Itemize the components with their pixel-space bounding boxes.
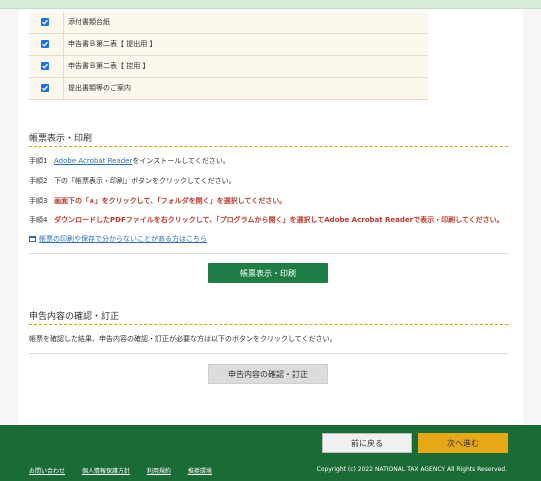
step-text: をインストールしてください。 [132,157,230,165]
step-2: 手順2 下の「帳票表示・印刷」ボタンをクリックしてください。 [29,176,236,186]
step-number: 手順3 [29,197,48,205]
footer-link-environment[interactable]: 推奨環境 [188,468,212,475]
print-display-button[interactable]: 帳票表示・印刷 [208,263,328,283]
footer-links: お問い合わせ 個人情報保護方針 利用規約 推奨環境 [29,466,227,475]
copyright-text: Copyright (c) 2022 NATIONAL TAX AGENCY A… [316,466,507,473]
external-window-icon [29,236,36,242]
footer-link-privacy[interactable]: 個人情報保護方針 [82,468,130,475]
section-divider [29,324,508,325]
check-icon [42,63,48,69]
checkbox[interactable] [41,18,49,26]
step-1: 手順1 Adobe Acrobat Readerをインストールしてください。 [29,156,230,166]
confirm-section-title: 申告内容の確認・訂正 [29,312,120,322]
print-help-link[interactable]: 帳票の印刷や保存で分からないことがある方はこちら [29,234,207,244]
step-warning-text: ダウンロードしたPDFファイルを右クリックして、「プログラムから開く」を選択して… [54,216,504,224]
print-section-title: 帳票表示・印刷 [29,134,93,144]
confirm-description: 帳票を確認した結果、申告内容の確認・訂正が必要な方は以下のボタンをクリックしてく… [29,335,337,343]
browser-top-strip [0,0,541,8]
step-number: 手順2 [29,177,48,185]
footer-link-terms[interactable]: 利用規約 [147,468,171,475]
checklist-label: 申告書Ｂ第二表【 提出用 】 [68,40,157,48]
check-icon [42,85,48,91]
confirm-correct-button[interactable]: 申告内容の確認・訂正 [208,364,328,384]
help-link-text: 帳票の印刷や保存で分からないことがある方はこちら [39,235,207,243]
divider [29,353,508,354]
checklist-label: 申告書Ｂ第二表【 控用 】 [68,62,150,70]
checkbox[interactable] [41,84,49,92]
checklist-label: 添付書類台紙 [68,18,110,26]
footer-link-contact[interactable]: お問い合わせ [29,468,65,475]
step-warning-text: 画面下の「∧」をクリックして、「フォルダを開く」を選択してください。 [54,197,287,205]
back-button[interactable]: 前に戻る [322,433,412,453]
check-icon [42,41,48,47]
step-3: 手順3 画面下の「∧」をクリックして、「フォルダを開く」を選択してください。 [29,196,286,206]
footer: 前に戻る 次へ進む お問い合わせ 個人情報保護方針 利用規約 推奨環境 Copy… [0,425,541,481]
checkbox-cell [29,34,64,55]
divider [29,253,508,254]
next-button[interactable]: 次へ進む [418,433,508,453]
checklist-label: 提出書類等のご案内 [68,84,131,92]
step-4: 手順4 ダウンロードしたPDFファイルを右クリックして、「プログラムから開く」を選… [29,215,504,225]
checklist-row: 提出書類等のご案内 [29,78,428,100]
step-number: 手順4 [29,216,48,224]
step-number: 手順1 [29,157,48,165]
checkbox[interactable] [41,62,49,70]
checkbox[interactable] [41,40,49,48]
checkbox-cell [29,56,64,77]
checklist-row: 申告書Ｂ第二表【 控用 】 [29,56,428,78]
checklist-row: 申告書Ｂ第二表【 提出用 】 [29,34,428,56]
acrobat-reader-link[interactable]: Adobe Acrobat Reader [54,157,132,165]
checklist-row: 添付書類台紙 [29,12,428,34]
section-divider [29,146,508,147]
checkbox-cell [29,12,64,33]
check-icon [42,19,48,25]
step-text: 下の「帳票表示・印刷」ボタンをクリックしてください。 [54,177,236,185]
checkbox-cell [29,78,64,99]
